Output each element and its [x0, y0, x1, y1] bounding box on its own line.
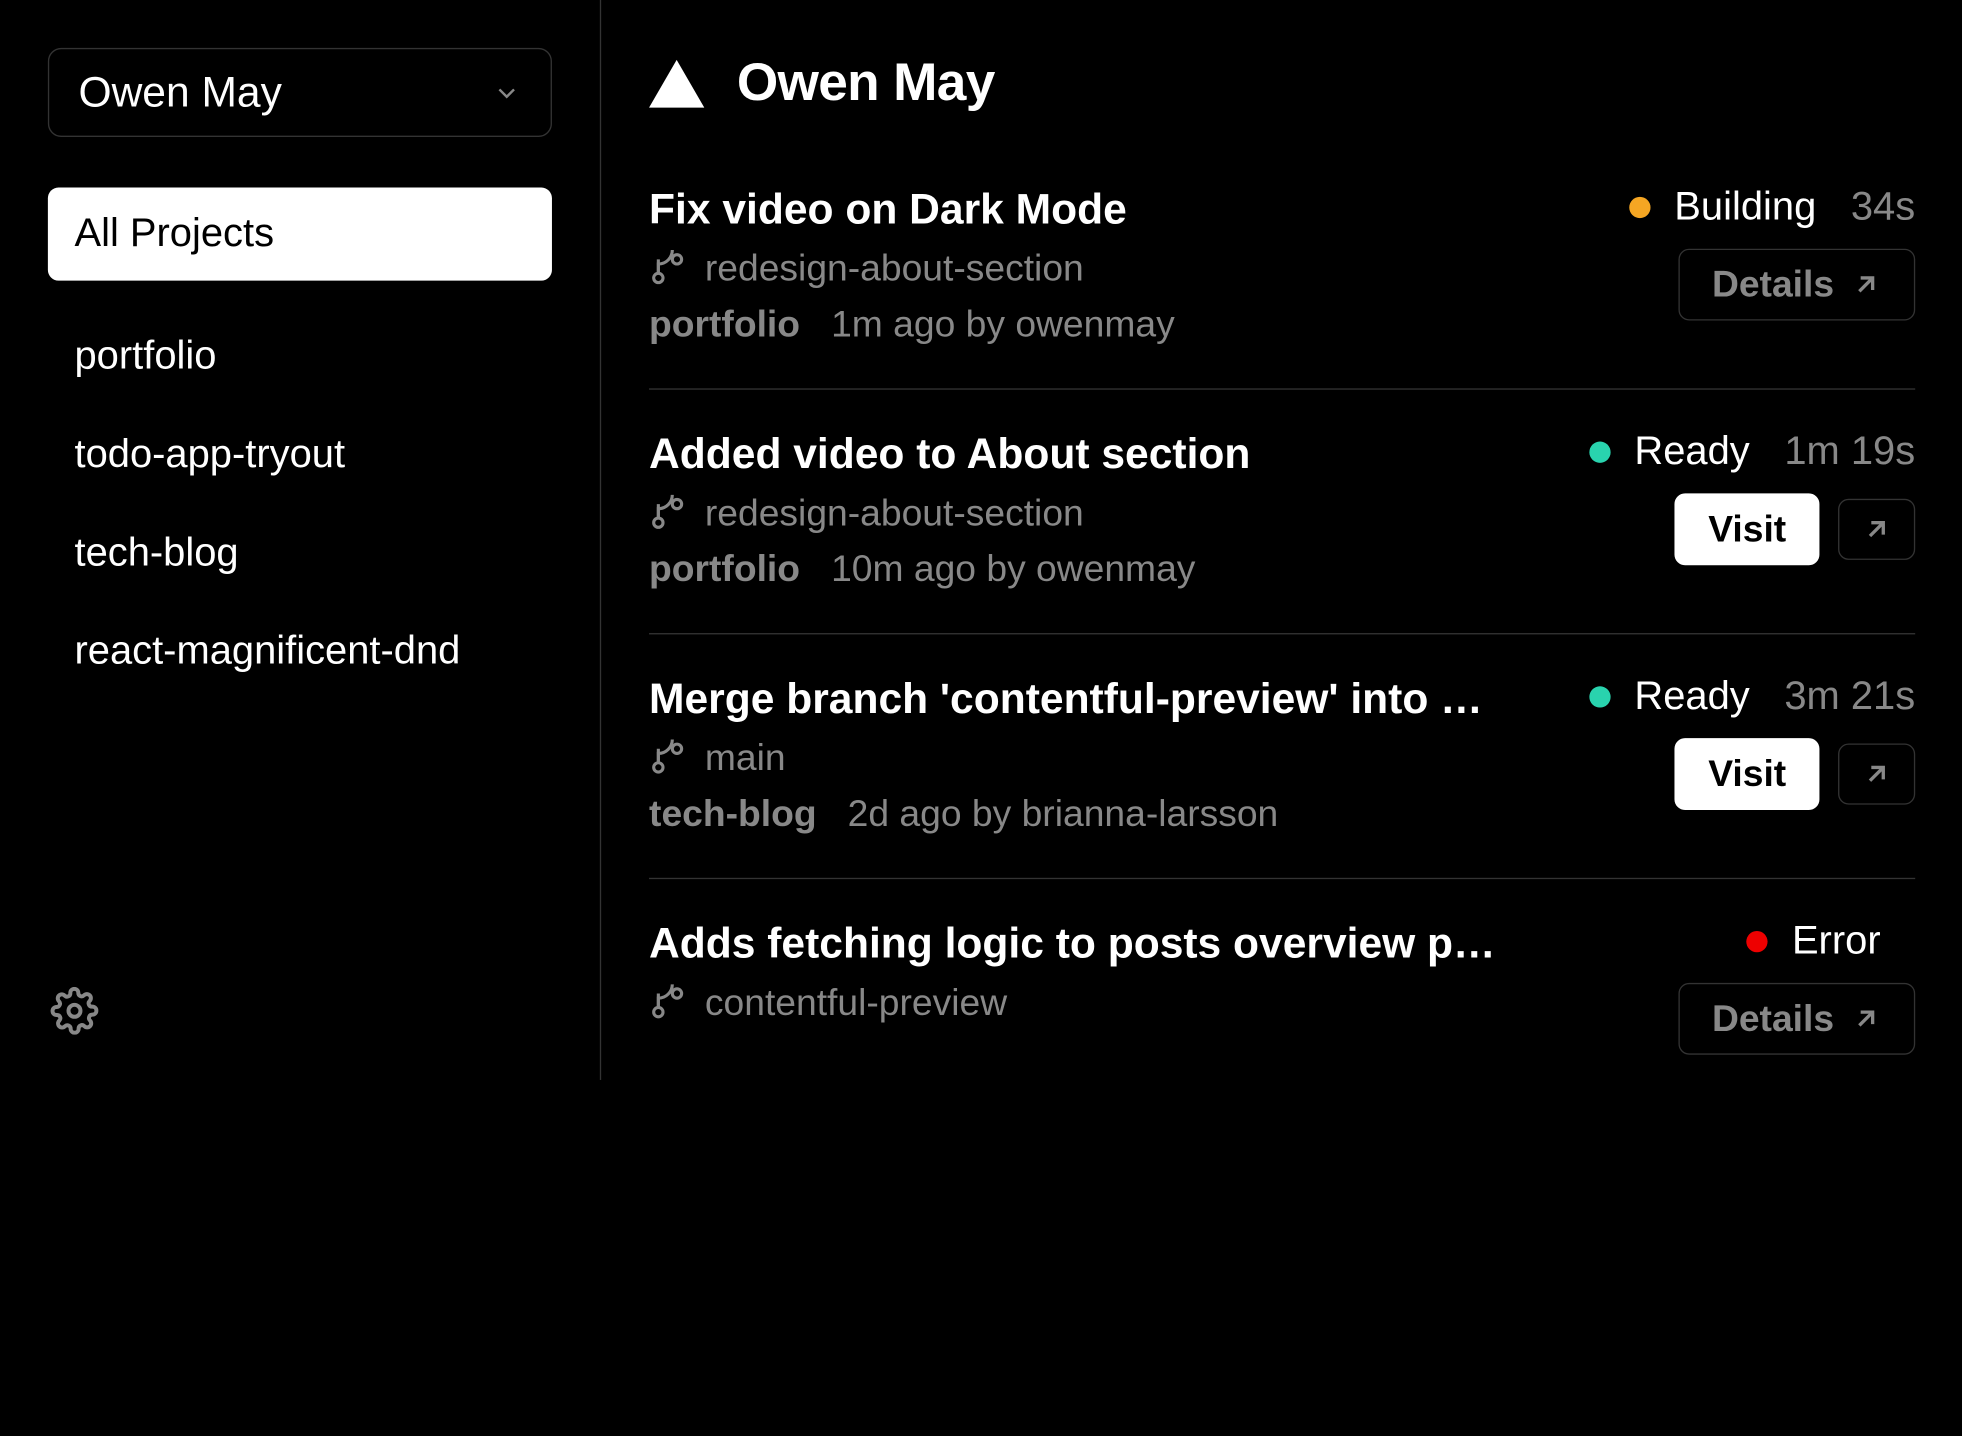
status-label: Ready [1634, 674, 1749, 719]
status-duration: 34s [1851, 185, 1915, 230]
deployment-title[interactable]: Adds fetching logic to posts overview pa… [649, 919, 1514, 968]
open-external-button[interactable] [1838, 743, 1915, 804]
status-dot-icon [1629, 197, 1650, 218]
status-row: Ready 1m 19s [1589, 430, 1915, 475]
sidebar-item-project[interactable]: portfolio [48, 307, 552, 405]
status-label: Error [1792, 919, 1881, 964]
deployment-project: portfolio [649, 548, 800, 589]
app-root: Owen May All Projects portfolio todo-app… [0, 0, 1962, 1080]
status-duration: 1m 19s [1784, 430, 1915, 475]
deployment-row: Fix video on Dark Mode redesign-about-se… [649, 185, 1915, 390]
branch-name: main [705, 737, 786, 780]
details-button[interactable]: Details [1679, 983, 1916, 1055]
main-content: Owen May Fix video on Dark Mode redesign… [601, 0, 1962, 1080]
details-button[interactable]: Details [1679, 249, 1916, 321]
arrow-out-icon [1861, 513, 1893, 545]
deployment-row: Merge branch 'contentful-preview' into m… [649, 634, 1915, 879]
visit-button-label: Visit [1708, 753, 1786, 796]
sidebar-item-project[interactable]: todo-app-tryout [48, 406, 552, 504]
status-row: Error [1747, 919, 1915, 964]
status-label: Ready [1634, 430, 1749, 475]
settings-button[interactable] [48, 984, 101, 1037]
deployment-title[interactable]: Merge branch 'contentful-preview' into m… [649, 674, 1514, 723]
deployment-info: Added video to About section redesign-ab… [649, 430, 1563, 591]
details-button-label: Details [1712, 998, 1834, 1041]
deployment-row: Added video to About section redesign-ab… [649, 390, 1915, 635]
git-branch-icon [649, 495, 686, 532]
git-branch-icon [649, 739, 686, 776]
deployment-status-actions: Error Details [1652, 919, 1915, 1055]
branch-row: redesign-about-section [649, 492, 1563, 535]
branch-row: contentful-preview [649, 982, 1652, 1025]
status-row: Ready 3m 21s [1589, 674, 1915, 719]
arrow-out-icon [1861, 758, 1893, 790]
deployment-info: Fix video on Dark Mode redesign-about-se… [649, 185, 1602, 346]
arrow-out-icon [1850, 1003, 1882, 1035]
sidebar-nav: All Projects portfolio todo-app-tryout t… [48, 188, 552, 701]
page-header: Owen May [649, 53, 1915, 113]
visit-button[interactable]: Visit [1675, 493, 1819, 565]
status-duration: 3m 21s [1784, 674, 1915, 719]
deployment-info: Adds fetching logic to posts overview pa… [649, 919, 1652, 1055]
action-row: Details [1679, 249, 1916, 321]
deployment-status-actions: Ready 1m 19s Visit [1563, 430, 1916, 591]
deployment-status-actions: Building 34s Details [1602, 185, 1915, 346]
action-row: Visit [1675, 493, 1915, 565]
status-dot-icon [1589, 442, 1610, 463]
account-switcher-name: Owen May [78, 68, 281, 117]
deployment-title[interactable]: Fix video on Dark Mode [649, 185, 1514, 234]
nav-gap [48, 281, 552, 308]
sidebar-item-all-projects[interactable]: All Projects [48, 188, 552, 281]
deployment-list: Fix video on Dark Mode redesign-about-se… [649, 185, 1915, 1080]
git-branch-icon [649, 984, 686, 1021]
deployment-project: tech-blog [649, 793, 817, 834]
deployment-meta: portfolio 1m ago by owenmay [649, 303, 1602, 346]
arrow-out-icon [1850, 269, 1882, 301]
vercel-logo-icon [649, 55, 705, 111]
action-row: Details [1679, 983, 1916, 1055]
branch-name: redesign-about-section [705, 247, 1084, 290]
deployment-title[interactable]: Added video to About section [649, 430, 1514, 479]
deployment-meta: tech-blog 2d ago by brianna-larsson [649, 793, 1563, 836]
branch-row: redesign-about-section [649, 247, 1602, 290]
deployment-time-author: 10m ago by owenmay [831, 548, 1195, 589]
gear-icon [51, 987, 99, 1035]
deployment-row: Adds fetching logic to posts overview pa… [649, 879, 1915, 1080]
git-branch-icon [649, 250, 686, 287]
sidebar-item-project[interactable]: react-magnificent-dnd [48, 602, 552, 700]
sidebar-item-project[interactable]: tech-blog [48, 504, 552, 602]
open-external-button[interactable] [1838, 499, 1915, 560]
deployment-project: portfolio [649, 303, 800, 344]
status-row: Building 34s [1629, 185, 1915, 230]
deployment-status-actions: Ready 3m 21s Visit [1563, 674, 1916, 835]
deployment-info: Merge branch 'contentful-preview' into m… [649, 674, 1563, 835]
account-switcher[interactable]: Owen May [48, 48, 552, 137]
status-dot-icon [1589, 686, 1610, 707]
status-dot-icon [1747, 931, 1768, 952]
deployment-meta: portfolio 10m ago by owenmay [649, 548, 1563, 591]
branch-name: contentful-preview [705, 982, 1007, 1025]
details-button-label: Details [1712, 263, 1834, 306]
branch-row: main [649, 737, 1563, 780]
sidebar: Owen May All Projects portfolio todo-app… [0, 0, 601, 1080]
page-title: Owen May [737, 53, 995, 113]
deployment-time-author: 1m ago by owenmay [831, 303, 1175, 344]
visit-button-label: Visit [1708, 508, 1786, 551]
status-label: Building [1674, 185, 1816, 230]
action-row: Visit [1675, 738, 1915, 810]
deployment-time-author: 2d ago by brianna-larsson [848, 793, 1279, 834]
visit-button[interactable]: Visit [1675, 738, 1819, 810]
chevron-down-icon [492, 78, 521, 107]
branch-name: redesign-about-section [705, 492, 1084, 535]
